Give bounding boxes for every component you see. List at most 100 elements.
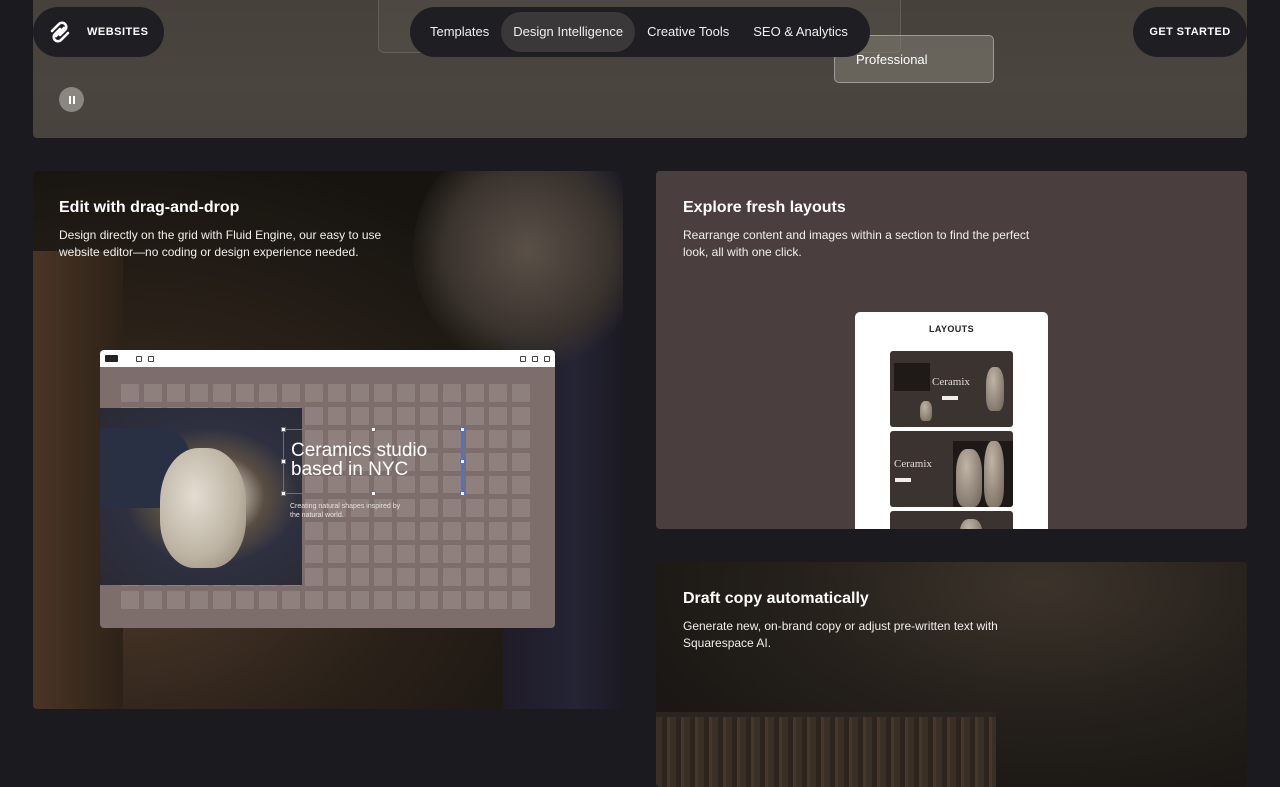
grid-cell	[397, 591, 415, 609]
grid-cell	[121, 591, 139, 609]
grid-cell	[489, 545, 507, 563]
layout-option[interactable]: Ceramix	[890, 351, 1013, 427]
resize-handle	[460, 491, 465, 496]
tab-seo-analytics[interactable]: SEO & Analytics	[741, 12, 860, 52]
headline-line-2: based in NYC	[291, 459, 409, 480]
grid-cell	[328, 384, 346, 402]
grid-cell	[351, 384, 369, 402]
editor-preview: Ceramics studio based in NYC Creating na…	[100, 350, 555, 628]
grid-cell	[397, 522, 415, 540]
grid-cell	[305, 591, 323, 609]
grid-cell	[489, 522, 507, 540]
tab-design-intelligence[interactable]: Design Intelligence	[501, 12, 636, 52]
card-description: Rearrange content and images within a se…	[683, 228, 1030, 259]
grid-cell	[190, 591, 208, 609]
grid-cell	[512, 476, 530, 494]
layouts-panel: LAYOUTS Ceramix Ceramix	[855, 312, 1048, 529]
grid-cell	[328, 545, 346, 563]
grid-cell	[351, 568, 369, 586]
grid-cell	[397, 384, 415, 402]
grid-cell	[259, 384, 277, 402]
grid-cell	[328, 407, 346, 425]
grid-cell	[282, 591, 300, 609]
grid-cell	[374, 384, 392, 402]
grid-cell	[351, 545, 369, 563]
grid-cell	[443, 545, 461, 563]
tab-templates[interactable]: Templates	[418, 12, 501, 52]
redo-icon	[148, 355, 154, 362]
grid-cell	[466, 384, 484, 402]
grid-cell	[259, 591, 277, 609]
feature-card-drag-and-drop: Edit with drag-and-drop Design directly …	[33, 171, 623, 709]
grid-cell	[512, 591, 530, 609]
grid-cell	[420, 499, 438, 517]
brand-label: WEBSITES	[87, 26, 149, 38]
grid-cell	[351, 407, 369, 425]
grid-cell	[397, 545, 415, 563]
resize-handle	[460, 427, 465, 432]
grid-cell	[351, 522, 369, 540]
grid-cell	[236, 591, 254, 609]
grid-cell	[443, 407, 461, 425]
grid-cell	[305, 568, 323, 586]
grid-cell	[374, 591, 392, 609]
grid-cell	[420, 384, 438, 402]
grid-cell	[466, 568, 484, 586]
grid-cell	[282, 384, 300, 402]
grid-cell	[121, 384, 139, 402]
grid-cell	[420, 568, 438, 586]
get-started-button[interactable]: GET STARTED	[1133, 7, 1247, 57]
grid-cell	[305, 522, 323, 540]
card-title: Explore fresh layouts	[683, 199, 846, 216]
grid-cell	[236, 384, 254, 402]
pause-button[interactable]	[59, 87, 84, 112]
grid-cell	[420, 522, 438, 540]
grid-cell	[489, 430, 507, 448]
grid-cell	[512, 522, 530, 540]
grid-cell	[443, 568, 461, 586]
grid-cell	[144, 384, 162, 402]
grid-cell	[512, 384, 530, 402]
grid-cell	[466, 430, 484, 448]
editor-subtext: Creating natural shapes inspired by the …	[290, 503, 401, 519]
grid-cell	[466, 499, 484, 517]
resize-handle	[281, 491, 286, 496]
grid-cell	[305, 407, 323, 425]
grid-cell	[420, 407, 438, 425]
grid-cell	[397, 407, 415, 425]
grid-cell	[489, 476, 507, 494]
grid-cell	[443, 591, 461, 609]
layout-option[interactable]	[890, 511, 1013, 529]
tab-creative-tools[interactable]: Creative Tools	[635, 12, 741, 52]
layout-thumb-word: Ceramix	[894, 458, 932, 470]
grid-cell	[512, 499, 530, 517]
grid-cell	[374, 545, 392, 563]
grid-cell	[489, 499, 507, 517]
feature-card-layouts: Explore fresh layouts Rearrange content …	[656, 171, 1247, 529]
squarespace-logo-icon	[50, 21, 70, 43]
selected-text-block: Ceramics studio based in NYC	[281, 427, 465, 496]
resize-handle	[371, 427, 376, 432]
brand-home-link[interactable]: WEBSITES	[33, 7, 164, 57]
layout-thumb-word: Ceramix	[932, 376, 970, 388]
ceramics-photo	[100, 408, 302, 585]
pause-icon	[68, 95, 71, 104]
resize-handle	[281, 459, 286, 464]
desktop-icon	[520, 355, 526, 362]
headline-line-1: Ceramics studio	[291, 440, 428, 461]
grid-cell	[420, 591, 438, 609]
card-description: Design directly on the grid with Fluid E…	[59, 228, 382, 259]
grid-cell	[443, 499, 461, 517]
grid-cell	[144, 591, 162, 609]
grid-cell	[397, 568, 415, 586]
grid-cell	[512, 407, 530, 425]
undo-icon	[136, 355, 142, 362]
layout-option[interactable]: Ceramix	[890, 431, 1013, 507]
grid-cell	[374, 407, 392, 425]
grid-cell	[374, 522, 392, 540]
done-chip	[105, 355, 118, 362]
grid-cell	[512, 430, 530, 448]
grid-cell	[466, 476, 484, 494]
grid-cell	[489, 568, 507, 586]
grid-cell	[489, 384, 507, 402]
